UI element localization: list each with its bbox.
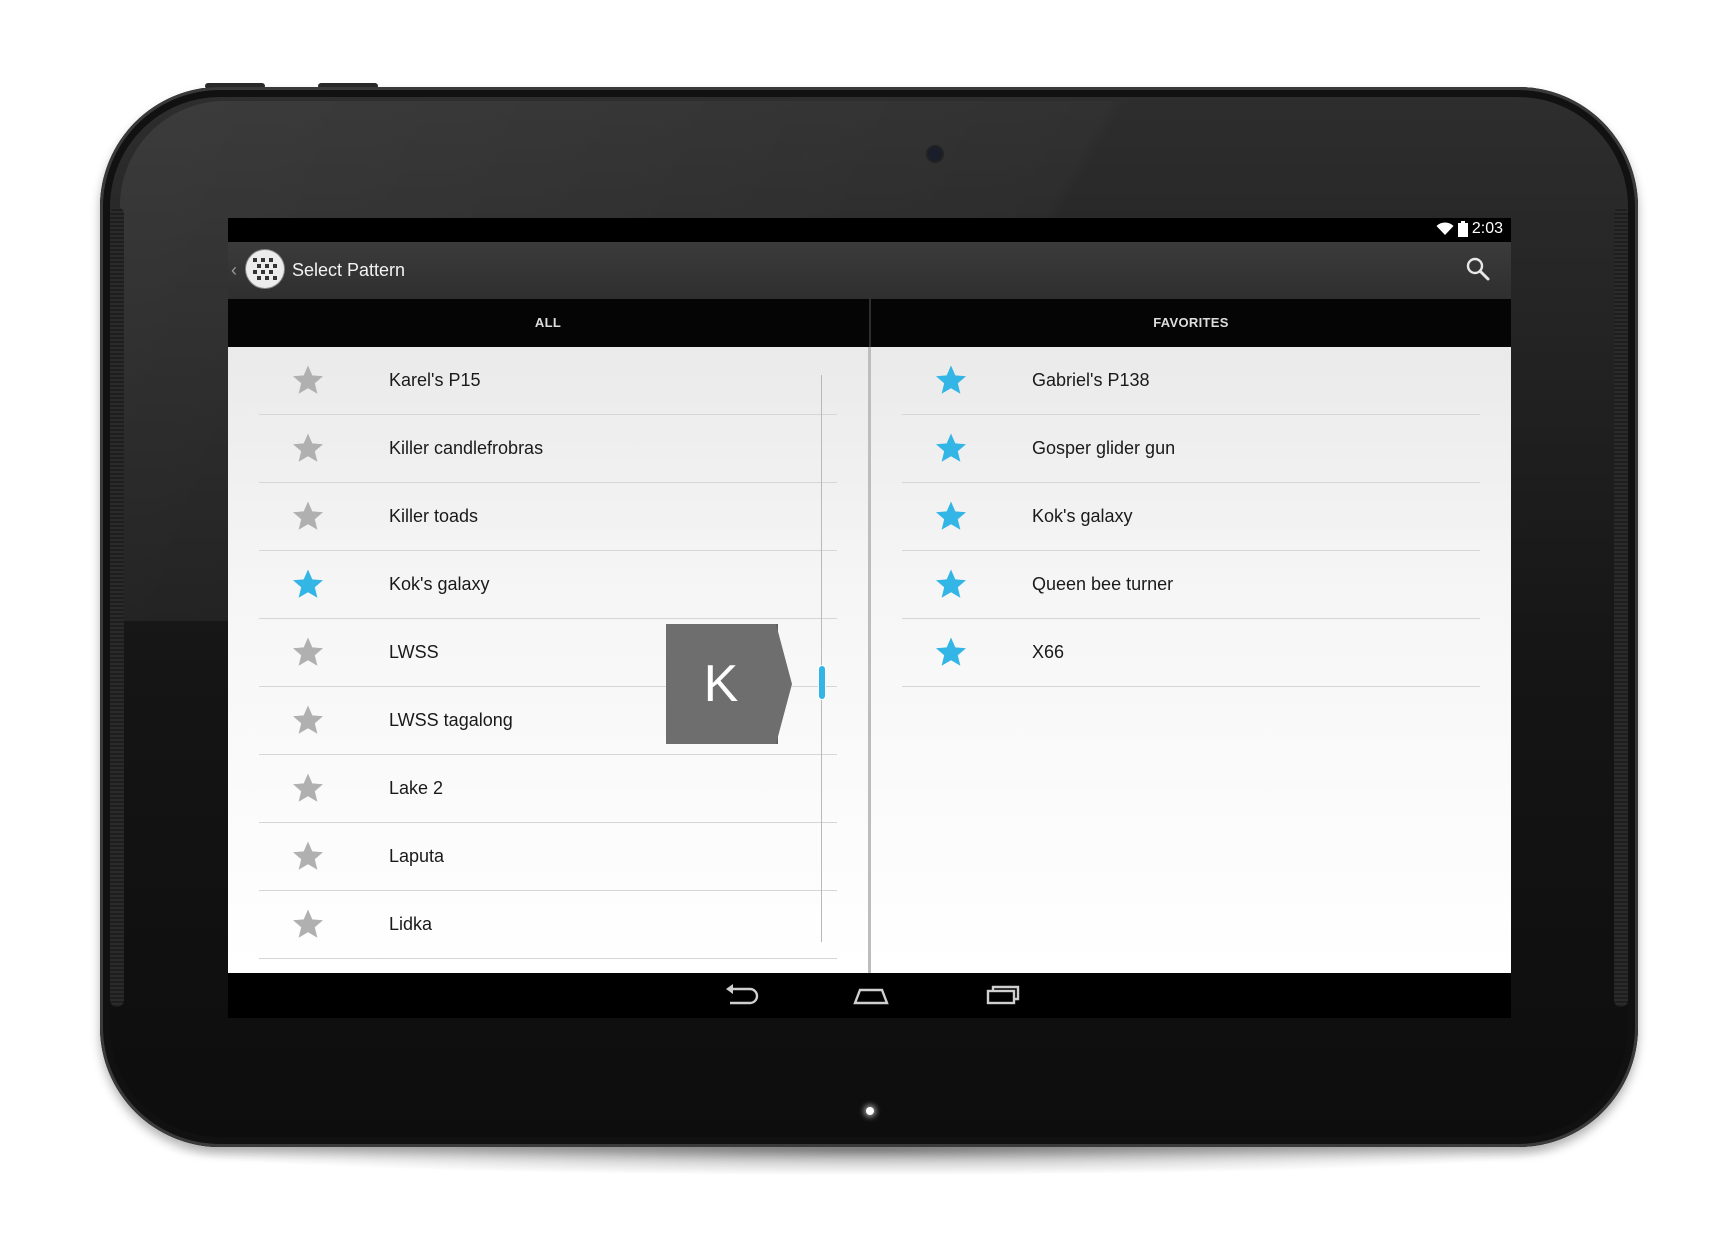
- battery-icon: [1457, 221, 1468, 237]
- left-speaker-grille: [110, 207, 124, 1007]
- front-camera: [928, 147, 942, 161]
- navigation-bar: [228, 973, 1511, 1018]
- list-item[interactable]: Kok's galaxy: [902, 483, 1480, 551]
- pattern-name: LWSS: [389, 642, 439, 662]
- pattern-name: Lake 2: [389, 778, 444, 798]
- star-filled-icon[interactable]: [935, 432, 967, 469]
- screen: 2:03 ‹ Select Pattern ALL FAVORITES Kare…: [228, 218, 1511, 1018]
- index-popup-arrow: [776, 624, 792, 744]
- pattern-name: Karel's P15: [389, 370, 481, 390]
- list-item[interactable]: Karel's P15: [259, 347, 837, 415]
- list-item[interactable]: Lake 2: [259, 755, 837, 823]
- page-title: Select Pattern: [292, 260, 406, 280]
- pattern-name: Gosper glider gun: [1032, 438, 1176, 458]
- list-item[interactable]: Killer candlefrobras: [259, 415, 837, 483]
- star-filled-icon[interactable]: [935, 500, 967, 537]
- recents-icon[interactable]: [982, 981, 1022, 1014]
- star-outline-icon[interactable]: [292, 432, 324, 469]
- all-patterns-pane: Karel's P15 Killer candlefrobras Killer to…: [228, 347, 868, 973]
- index-letter: K: [703, 655, 739, 713]
- home-icon[interactable]: [851, 981, 891, 1014]
- back-icon[interactable]: [722, 981, 762, 1014]
- list-item[interactable]: Lidka: [259, 891, 837, 959]
- right-speaker-grille: [1614, 207, 1628, 1007]
- pattern-name: Gabriel's P138: [1032, 370, 1150, 390]
- list-item[interactable]: Gabriel's P138: [902, 347, 1480, 415]
- favorites-list: Gabriel's P138 Gosper glider gun Kok's gal…: [902, 347, 1480, 687]
- star-filled-icon[interactable]: [935, 636, 967, 673]
- pattern-name: Kok's galaxy: [389, 574, 490, 594]
- star-outline-icon[interactable]: [292, 364, 324, 401]
- list-item[interactable]: X66: [902, 619, 1480, 687]
- star-outline-icon[interactable]: [292, 772, 324, 809]
- star-filled-icon[interactable]: [935, 364, 967, 401]
- status-bar: 2:03: [228, 218, 1511, 242]
- list-item[interactable]: Queen bee turner: [902, 551, 1480, 619]
- notification-led: [866, 1107, 874, 1115]
- star-outline-icon[interactable]: [292, 500, 324, 537]
- pattern-name: Killer candlefrobras: [389, 438, 544, 458]
- tab-favorites[interactable]: FAVORITES: [871, 299, 1511, 347]
- star-outline-icon[interactable]: [292, 840, 324, 877]
- pattern-name: LWSS tagalong: [389, 710, 513, 730]
- pattern-name: Laputa: [389, 846, 445, 866]
- pattern-name: Kok's galaxy: [1032, 506, 1133, 526]
- status-time: 2:03: [1471, 220, 1503, 237]
- star-outline-icon[interactable]: [292, 704, 324, 741]
- action-bar: ‹ Select Pattern: [228, 242, 1511, 299]
- pattern-name: X66: [1032, 642, 1065, 662]
- favorites-pane: Gabriel's P138 Gosper glider gun Kok's gal…: [871, 347, 1511, 973]
- fast-scroll-thumb[interactable]: [819, 666, 825, 699]
- list-item[interactable]: Laputa: [259, 823, 837, 891]
- pattern-name: Killer toads: [389, 506, 479, 526]
- search-icon[interactable]: [1465, 256, 1491, 287]
- fast-scroll-index-popup: K: [666, 624, 776, 744]
- list-item[interactable]: Killer toads: [259, 483, 837, 551]
- fast-scroll-track[interactable]: [821, 375, 822, 942]
- list-item[interactable]: Kok's galaxy: [259, 551, 837, 619]
- tab-all[interactable]: ALL: [228, 299, 868, 347]
- chevron-left-icon[interactable]: ‹: [231, 260, 237, 281]
- pattern-name: Queen bee turner: [1032, 574, 1174, 594]
- light-sensor: [801, 149, 811, 159]
- star-outline-icon[interactable]: [292, 908, 324, 945]
- list-item[interactable]: Gosper glider gun: [902, 415, 1480, 483]
- wifi-icon: [1436, 222, 1454, 236]
- tab-bar: ALL FAVORITES: [228, 299, 1511, 347]
- star-filled-icon[interactable]: [935, 568, 967, 605]
- star-outline-icon[interactable]: [292, 636, 324, 673]
- star-filled-icon[interactable]: [292, 568, 324, 605]
- pattern-name: Lidka: [389, 914, 433, 934]
- pattern-app-icon[interactable]: [246, 250, 284, 288]
